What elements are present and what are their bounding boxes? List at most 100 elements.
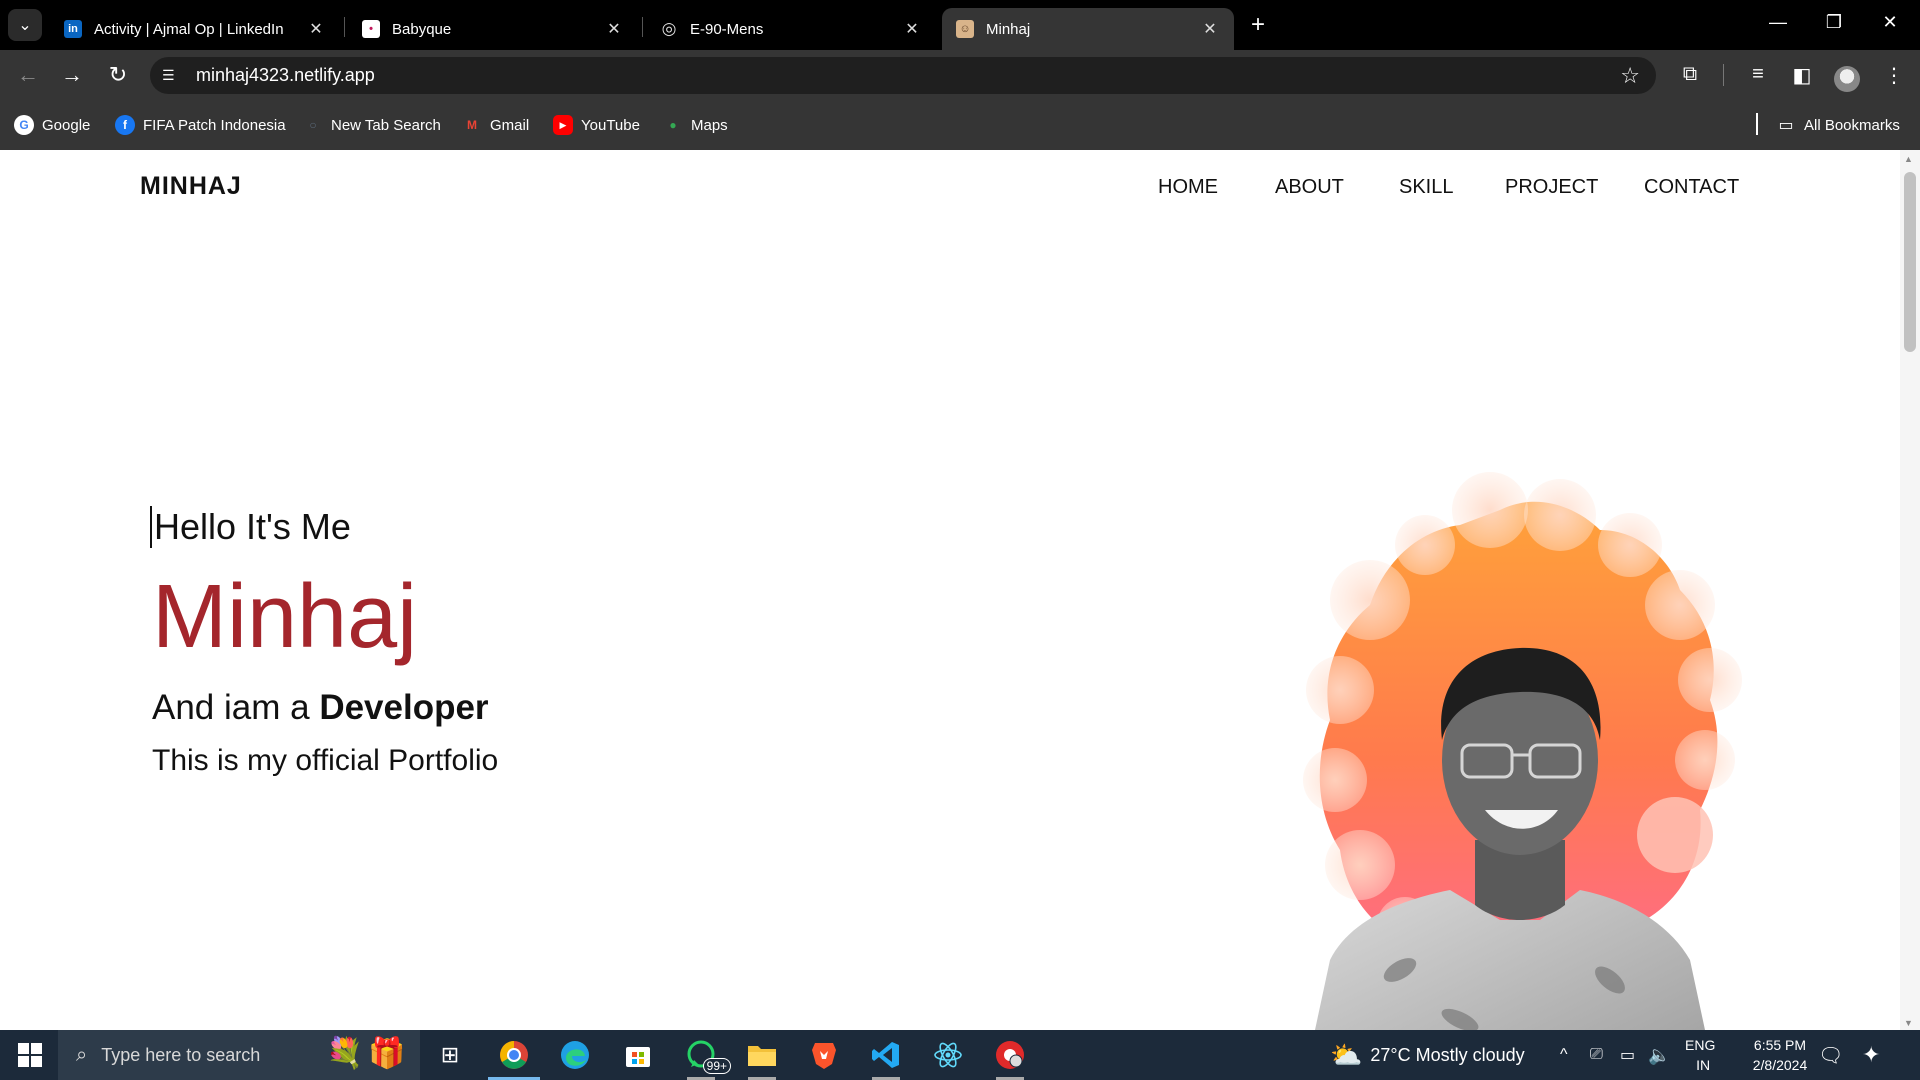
restore-icon[interactable]: ❐ [1814, 12, 1854, 33]
edge-logo [561, 1041, 589, 1069]
react-logo [934, 1042, 962, 1068]
chrome-profile-icon[interactable] [992, 1038, 1028, 1080]
tab-e90-mens[interactable]: ◎ E-90-Mens ✕ [646, 8, 936, 50]
close-icon[interactable]: ✕ [306, 19, 326, 39]
facebook-icon: f [115, 115, 135, 135]
address-bar[interactable]: ☰ minhaj4323.netlify.app ☆ [150, 57, 1656, 94]
nav-skill[interactable]: SKILL [1399, 176, 1453, 199]
file-explorer-icon[interactable] [744, 1038, 780, 1080]
minimize-icon[interactable]: — [1758, 12, 1798, 33]
page-scrollbar[interactable]: ▲ ▼ [1900, 150, 1920, 1030]
scroll-down-icon[interactable]: ▼ [1904, 1018, 1913, 1028]
taskbar-search-placeholder: Type here to search [101, 1044, 261, 1065]
show-hidden-icons[interactable]: ^ [1560, 1030, 1568, 1080]
gift-flowers-icon[interactable]: 💐 [326, 1036, 363, 1071]
nav-home[interactable]: HOME [1158, 176, 1218, 199]
youtube-icon: ▶ [553, 115, 573, 135]
maps-icon: ● [669, 118, 677, 132]
all-bookmarks-button[interactable]: ▭ All Bookmarks [1776, 115, 1900, 135]
window-close-icon[interactable]: ✕ [1870, 12, 1910, 33]
task-view-icon[interactable]: ⊞ [432, 1038, 468, 1072]
hero-name: Minhaj [152, 567, 418, 667]
edge-icon[interactable] [557, 1038, 593, 1072]
tab-title: Minhaj [986, 20, 1031, 38]
bookmark-label: All Bookmarks [1804, 116, 1900, 134]
chrome-profile-logo [996, 1041, 1024, 1069]
scroll-up-icon[interactable]: ▲ [1904, 154, 1913, 164]
folder-icon: ▭ [1778, 117, 1794, 134]
side-panel-icon[interactable]: ◧ [1788, 63, 1816, 88]
clock[interactable]: 6:55 PM 2/8/2024 [1730, 1030, 1830, 1080]
notifications-icon[interactable]: 🗨 [1818, 1030, 1843, 1080]
weather-widget[interactable]: ⛅ 27°C Mostly cloudy [1330, 1030, 1525, 1080]
folder-logo [748, 1046, 776, 1066]
portrait-icon: ☺ [956, 20, 974, 38]
bookmark-label: New Tab Search [331, 116, 441, 134]
nav-contact[interactable]: CONTACT [1644, 176, 1739, 199]
hero-tagline: This is my official Portfolio [152, 744, 499, 777]
back-arrow-icon[interactable]: ← [14, 62, 42, 90]
tab-linkedin[interactable]: in Activity | Ajmal Op | LinkedIn ✕ [50, 8, 340, 50]
extensions-icon[interactable]: ⧉ [1676, 63, 1704, 86]
bookmark-youtube[interactable]: ▶ YouTube [553, 115, 640, 135]
copilot-icon[interactable]: ✦ [1862, 1030, 1880, 1080]
battery-icon[interactable]: ▭ [1620, 1030, 1635, 1080]
tab-title: E-90-Mens [690, 20, 764, 38]
reload-icon[interactable]: ↻ [104, 62, 132, 90]
close-icon[interactable]: ✕ [902, 19, 922, 39]
bookmark-new-tab-search[interactable]: ○ New Tab Search [303, 115, 441, 135]
babyque-icon: • [362, 20, 380, 38]
meet-now-icon[interactable]: ⎚ [1590, 1030, 1603, 1080]
bookmark-fifa-patch[interactable]: f FIFA Patch Indonesia [115, 115, 286, 135]
tab-minhaj[interactable]: ☺ Minhaj ✕ [942, 8, 1234, 50]
forward-arrow-icon[interactable]: → [58, 62, 86, 90]
site-logo[interactable]: MINHAJ [140, 172, 242, 201]
hero-role-highlight: Developer [319, 688, 489, 727]
chevron-down-icon: ⌄ [18, 17, 32, 34]
bookmark-google[interactable]: G Google [14, 115, 90, 135]
site-info-icon[interactable]: ☰ [162, 67, 184, 84]
store-logo [626, 1047, 650, 1067]
taskbar-search[interactable]: ⌕ Type here to search 💐 🎁 [58, 1030, 420, 1080]
close-icon[interactable]: ✕ [1200, 19, 1220, 39]
profile-avatar[interactable] [1834, 66, 1860, 92]
toolbar-divider [1723, 64, 1724, 86]
brave-icon[interactable] [806, 1038, 842, 1072]
url-text[interactable]: minhaj4323.netlify.app [196, 65, 375, 86]
chrome-icon[interactable] [488, 1038, 540, 1080]
bookmark-star-icon[interactable]: ☆ [1620, 63, 1640, 89]
vscode-icon[interactable] [868, 1038, 904, 1080]
new-tab-button[interactable]: + [1244, 12, 1272, 40]
region-code: IN [1696, 1057, 1711, 1073]
menu-dots-icon[interactable]: ⋮ [1880, 63, 1908, 88]
nav-project[interactable]: PROJECT [1505, 176, 1598, 199]
bookmark-label: YouTube [581, 116, 640, 134]
cloudy-weather-icon: ⛅ [1330, 1039, 1363, 1070]
whatsapp-icon[interactable]: 99+ [683, 1038, 731, 1080]
react-icon[interactable] [930, 1038, 966, 1072]
gift-box-icon[interactable]: 🎁 [368, 1036, 405, 1071]
windows-start-icon[interactable] [18, 1043, 42, 1067]
tab-strip: ⌄ in Activity | Ajmal Op | LinkedIn ✕ • … [0, 0, 1920, 50]
close-icon[interactable]: ✕ [604, 19, 624, 39]
lang-code: ENG [1685, 1037, 1716, 1053]
scrollbar-thumb[interactable] [1904, 172, 1916, 352]
hero-role: And iam a Developer [152, 688, 489, 728]
tab-babyque[interactable]: • Babyque ✕ [348, 8, 638, 50]
language-indicator[interactable]: ENG IN [1685, 1030, 1715, 1080]
tab-title: Babyque [392, 20, 452, 38]
tab-search-button[interactable]: ⌄ [8, 9, 42, 41]
nav-about[interactable]: ABOUT [1275, 176, 1344, 199]
bookmarks-divider [1756, 113, 1758, 135]
chevron-up-icon: ^ [1560, 1046, 1568, 1063]
clock-time: 6:55 PM [1753, 1037, 1807, 1053]
volume-icon[interactable]: 🔈 [1648, 1030, 1670, 1080]
chrome-logo [500, 1041, 528, 1069]
bookmark-gmail[interactable]: M Gmail [462, 115, 529, 135]
bookmark-maps[interactable]: ● Maps [663, 115, 727, 135]
globe-icon: ◎ [661, 19, 677, 38]
store-icon[interactable] [620, 1038, 656, 1072]
brave-logo [812, 1043, 836, 1069]
media-controls-icon[interactable]: ≡ [1744, 63, 1772, 86]
vscode-logo [872, 1042, 899, 1068]
